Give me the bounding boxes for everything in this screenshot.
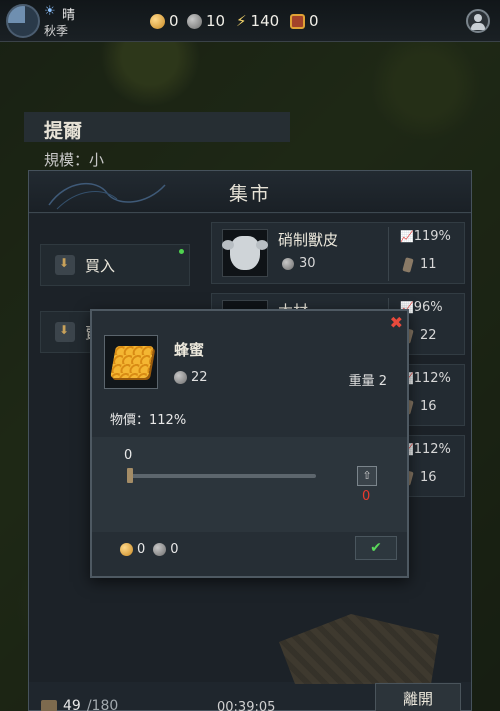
gold-resource: 0	[150, 12, 179, 30]
top-hud: ☀ 晴 秋季 0 10 ⚡ 140 0	[0, 0, 500, 42]
confirm-button[interactable]: ✔	[355, 536, 397, 560]
item-thumbnail	[222, 229, 268, 277]
notification-dot	[179, 249, 184, 254]
sell-tab-icon	[55, 322, 75, 342]
season-dial-icon[interactable]	[6, 4, 40, 38]
item-trend-value: 119%	[413, 229, 451, 244]
capacity-current: 49	[63, 698, 81, 711]
market-title: 集市	[228, 183, 271, 205]
total-cost: 0 0	[120, 542, 179, 557]
lightning-icon: ⚡	[236, 12, 247, 30]
market-timer: 00:39:05	[217, 700, 276, 711]
close-icon[interactable]: ✖	[390, 313, 403, 332]
weather-label: 晴	[62, 8, 76, 23]
price-level: 物價：112%	[110, 413, 187, 428]
trend-chart-icon: 📈	[400, 230, 414, 243]
village-building-illustration	[279, 614, 439, 684]
item-stock-value: 16	[420, 470, 437, 485]
season-label: 秋季	[44, 24, 69, 38]
gold-count: 0	[169, 12, 179, 30]
item-price-value: 30	[299, 256, 316, 271]
item-price: 22	[174, 370, 208, 385]
purchase-dialog: ✖ 蜂蜜 22 重量 2 物價：112% 0 ⇧ 0 0 0 ✔	[90, 309, 409, 578]
honey-count: 0	[309, 12, 319, 30]
item-price: 30	[282, 256, 316, 271]
silver-count: 10	[206, 12, 226, 30]
silver-coin-icon	[187, 13, 202, 29]
quantity-value: 0	[124, 448, 133, 463]
stock-icon	[402, 256, 414, 273]
quantity-slider-handle[interactable]	[127, 468, 133, 483]
market-item[interactable]: 硝制獸皮 30 📈119% 11	[211, 222, 465, 284]
inventory-capacity: 49/180	[41, 698, 118, 711]
honey-resource: 0	[290, 12, 319, 30]
buy-tab-icon	[55, 255, 75, 275]
item-trend-value: 96%	[413, 300, 443, 315]
market-header: 集市	[29, 171, 471, 213]
item-stock-value: 16	[420, 399, 437, 414]
honeycomb-icon	[110, 346, 154, 378]
silver-coin-icon	[282, 257, 294, 270]
energy-count: 140	[250, 12, 280, 30]
item-name: 蜂蜜	[174, 341, 205, 359]
tab-buy-label: 買入	[85, 256, 116, 275]
silver-coin-icon	[153, 543, 167, 556]
item-price-value: 22	[191, 370, 208, 385]
item-stock: 11	[402, 256, 437, 273]
silver-coin-icon	[174, 371, 187, 384]
honey-box-icon	[290, 13, 305, 29]
energy-resource: ⚡ 140	[236, 12, 279, 30]
leave-button[interactable]: 離開	[375, 683, 461, 711]
divider	[388, 227, 389, 281]
item-stock-value: 11	[420, 257, 437, 272]
capacity-max: /180	[86, 698, 119, 711]
item-weight: 重量 2	[348, 374, 387, 389]
sun-icon: ☀	[44, 4, 56, 19]
total-silver: 0	[170, 542, 179, 557]
item-trend: 📈119%	[400, 229, 451, 244]
quantity-selector: 0 ⇧ 0	[92, 437, 407, 532]
item-name: 硝制獸皮	[278, 231, 339, 249]
gold-coin-icon	[150, 13, 165, 29]
item-trend-value: 112%	[413, 442, 451, 457]
cart-icon	[41, 700, 57, 711]
max-quantity-button[interactable]: ⇧	[357, 466, 377, 486]
item-trend-value: 112%	[413, 371, 451, 386]
quantity-slider-track[interactable]	[128, 474, 316, 478]
village-name: 提爾	[44, 120, 83, 142]
silver-resource: 10	[187, 12, 225, 30]
item-thumbnail	[104, 335, 158, 389]
total-gold: 0	[137, 542, 146, 557]
cost-value: 0	[362, 489, 371, 504]
gold-coin-icon	[120, 543, 133, 556]
village-scale: 規模：小	[44, 151, 105, 169]
tab-buy[interactable]: 買入	[40, 244, 190, 286]
hide-icon	[222, 236, 268, 270]
item-stock-value: 22	[420, 328, 437, 343]
profile-icon[interactable]	[466, 9, 490, 33]
